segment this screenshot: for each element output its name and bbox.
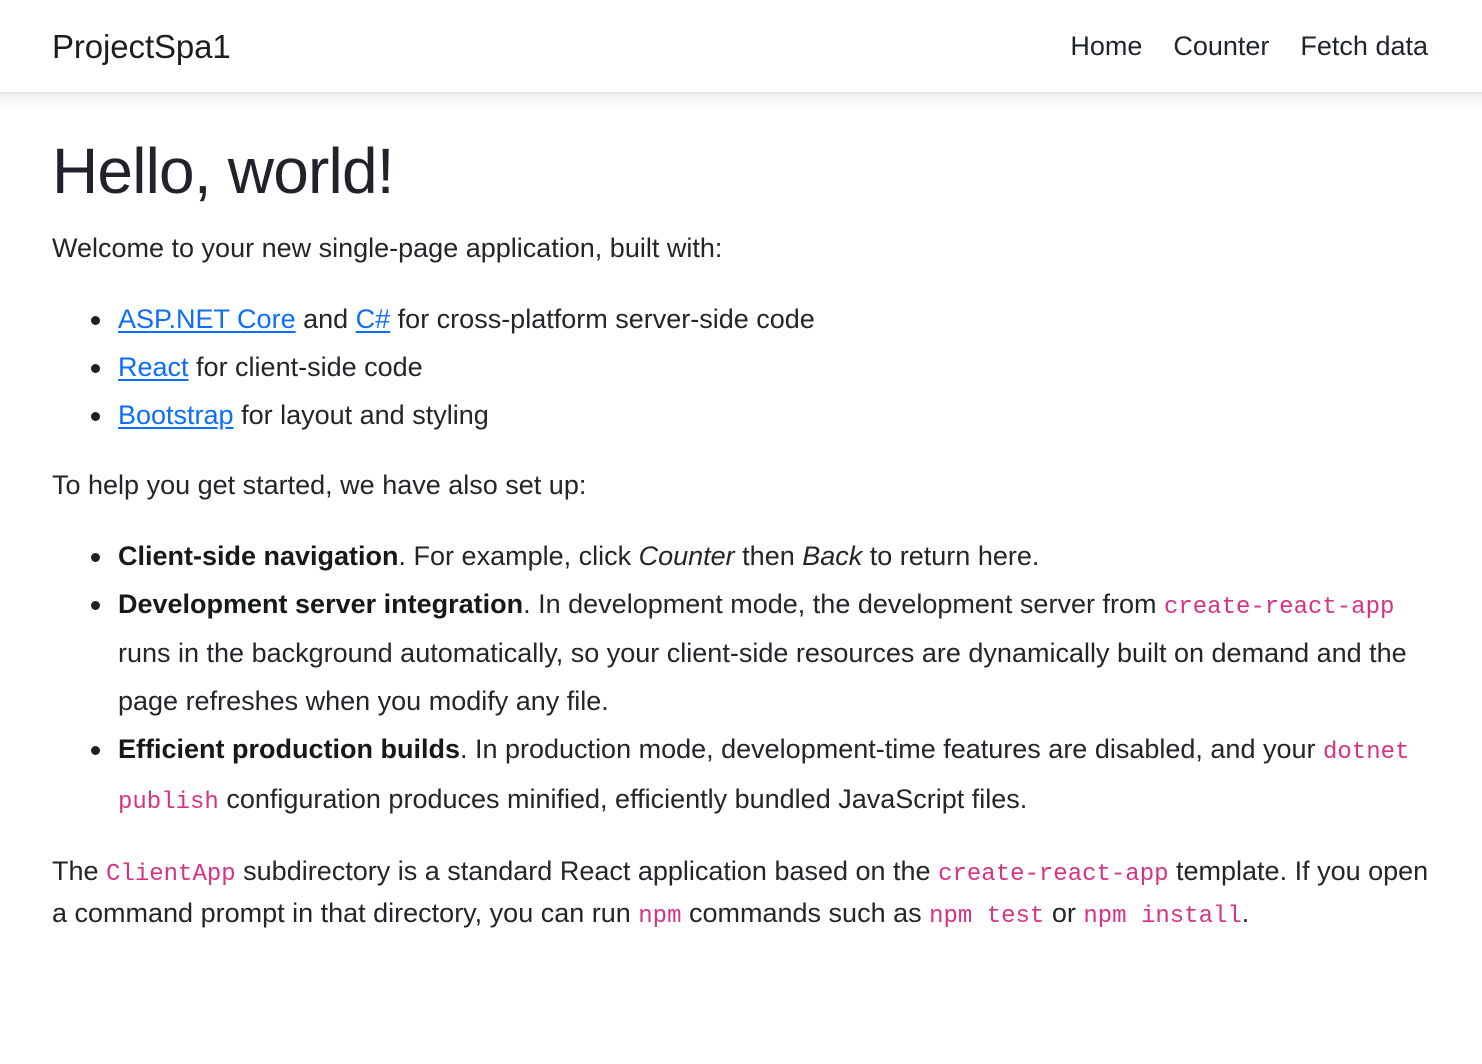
text-fragment: commands such as (681, 897, 930, 928)
nav-item-home[interactable]: Home (1070, 32, 1142, 60)
text-fragment: runs in the background automatically, so… (118, 638, 1407, 717)
code-npm-test: npm test (929, 902, 1045, 930)
code-npm: npm (638, 902, 682, 930)
text-fragment: subdirectory is a standard React applica… (235, 855, 939, 886)
main-navigation: Home Counter Fetch data (1070, 32, 1428, 60)
link-bootstrap[interactable]: Bootstrap (118, 400, 234, 430)
list-item: Efficient production builds. In producti… (91, 725, 1430, 824)
main-content: Hello, world! Welcome to your new single… (0, 136, 1482, 935)
feature-list: Client-side navigation. For example, cli… (52, 532, 1430, 825)
setup-intro-paragraph: To help you get started, we have also se… (52, 470, 587, 501)
text-fragment: configuration produces minified, efficie… (218, 784, 1028, 815)
text-fragment: and (295, 303, 356, 334)
feature-term: Efficient production builds (118, 734, 460, 765)
text-fragment: . For example, click (398, 540, 639, 571)
feature-term: Client-side navigation (118, 540, 399, 571)
outro-paragraph: The ClientApp subdirectory is a standard… (52, 851, 1430, 935)
feature-term: Development server integration (118, 588, 524, 619)
nav-item-fetch-data[interactable]: Fetch data (1300, 32, 1428, 60)
list-item: Development server integration. In devel… (91, 580, 1430, 726)
text-fragment: or (1044, 897, 1084, 928)
nav-item-counter[interactable]: Counter (1173, 32, 1269, 60)
list-item: Bootstrap for layout and styling (91, 391, 1430, 439)
code-npm-install: npm install (1083, 902, 1242, 930)
text-fragment: for cross-platform server-side code (390, 303, 815, 334)
code-create-react-app: create-react-app (938, 860, 1169, 888)
text-fragment: . In development mode, the development s… (523, 588, 1164, 619)
list-item: Client-side navigation. For example, cli… (91, 532, 1430, 580)
intro-paragraph: Welcome to your new single-page applicat… (52, 233, 723, 264)
page-title: Hello, world! (52, 135, 395, 207)
text-fragment: The (52, 855, 107, 886)
text-fragment: for client-side code (188, 351, 423, 382)
text-fragment: . (1241, 897, 1250, 928)
text-fragment: . In production mode, development-time f… (459, 734, 1323, 765)
list-item: React for client-side code (91, 343, 1430, 391)
link-react[interactable]: React (118, 352, 189, 382)
technology-list: ASP.NET Core and C# for cross-platform s… (52, 295, 1430, 439)
link-aspnet-core[interactable]: ASP.NET Core (118, 304, 296, 334)
site-header: ProjectSpa1 Home Counter Fetch data (0, 0, 1482, 110)
brand-link[interactable]: ProjectSpa1 (52, 30, 231, 63)
code-create-react-app: create-react-app (1163, 593, 1395, 621)
text-fragment: for layout and styling (233, 399, 489, 430)
emphasis-counter: Counter (638, 540, 735, 571)
text-fragment: then (734, 540, 803, 571)
list-item: ASP.NET Core and C# for cross-platform s… (91, 295, 1430, 343)
text-fragment: to return here. (862, 540, 1040, 571)
emphasis-back: Back (802, 540, 863, 571)
link-csharp[interactable]: C# (356, 304, 391, 334)
code-clientapp: ClientApp (106, 860, 236, 888)
